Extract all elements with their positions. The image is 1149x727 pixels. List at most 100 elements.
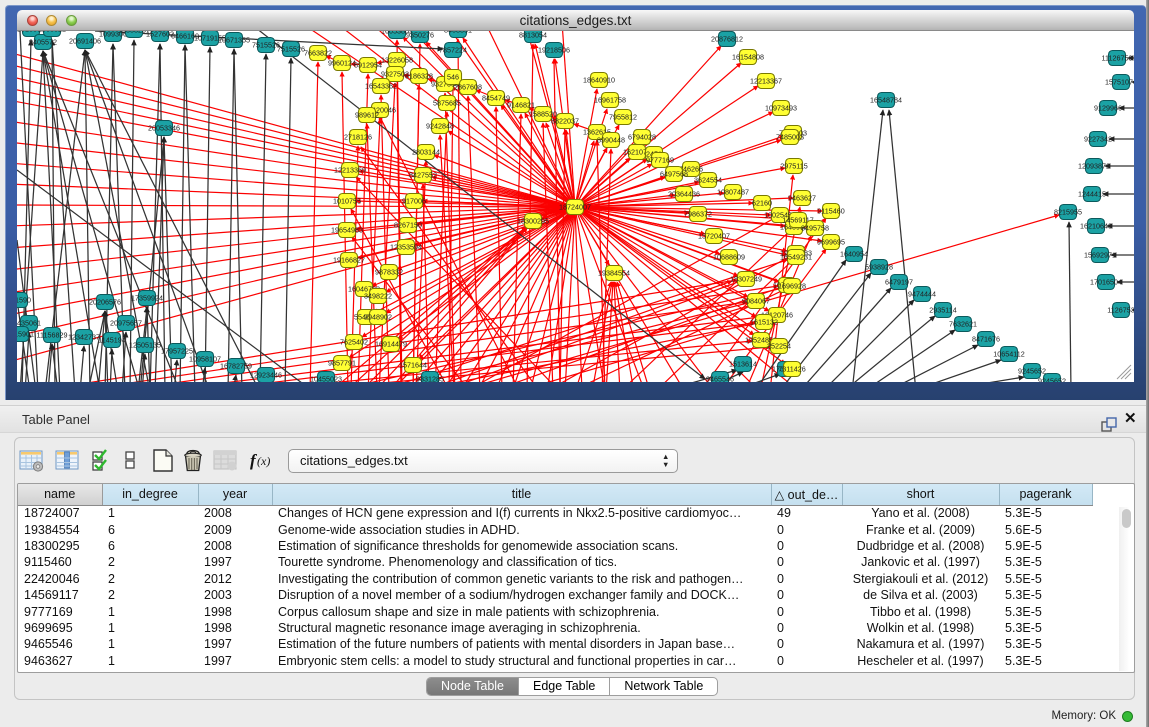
svg-text:9331285: 9331285 xyxy=(416,375,444,383)
svg-text:1571644: 1571644 xyxy=(399,361,427,370)
svg-text:7515526: 7515526 xyxy=(277,45,305,54)
svg-text:9405572: 9405572 xyxy=(29,38,57,47)
svg-text:10671355: 10671355 xyxy=(218,36,250,45)
svg-text:9245652: 9245652 xyxy=(1038,377,1066,383)
svg-text:9115460: 9115460 xyxy=(817,207,844,216)
svg-text:1244415: 1244415 xyxy=(1078,190,1106,199)
svg-text:7955812: 7955812 xyxy=(609,113,637,122)
svg-text:1615132: 1615132 xyxy=(750,318,778,327)
svg-text:7663822: 7663822 xyxy=(304,49,332,58)
svg-text:1640954: 1640954 xyxy=(840,250,868,259)
svg-text:391590: 391590 xyxy=(17,296,31,305)
svg-text:3915901: 3915901 xyxy=(17,330,34,339)
svg-text:8267150: 8267150 xyxy=(394,221,422,230)
svg-text:16154808: 16154808 xyxy=(732,53,764,62)
svg-text:17016504: 17016504 xyxy=(1090,278,1122,287)
svg-text:1145194: 1145194 xyxy=(98,336,125,345)
svg-text:18640910: 18640910 xyxy=(583,76,615,85)
svg-text:9960124: 9960124 xyxy=(328,59,356,68)
svg-text:8822037: 8822037 xyxy=(551,117,579,126)
svg-text:9129966: 9129966 xyxy=(1094,104,1122,113)
svg-text:8215955: 8215955 xyxy=(1054,208,1082,217)
svg-text:2718126: 2718126 xyxy=(344,133,372,142)
svg-text:989612: 989612 xyxy=(355,111,379,120)
svg-text:9948902: 9948902 xyxy=(364,313,392,322)
svg-text:9350276: 9350276 xyxy=(406,31,434,40)
svg-text:9878332: 9878332 xyxy=(375,268,403,277)
svg-text:18300295: 18300295 xyxy=(517,217,549,226)
svg-text:20364436: 20364436 xyxy=(668,190,700,199)
svg-text:6479197: 6479197 xyxy=(885,278,913,287)
svg-text:15751074: 15751074 xyxy=(1105,78,1134,87)
svg-text:19166827: 19166827 xyxy=(333,256,365,265)
svg-text:20975657: 20975657 xyxy=(110,319,142,328)
svg-text:917006: 917006 xyxy=(402,197,426,206)
svg-text:17359924: 17359924 xyxy=(131,294,163,303)
svg-text:8408351: 8408351 xyxy=(444,31,472,35)
svg-text:8813054: 8813054 xyxy=(519,31,547,40)
svg-text:10973493: 10973493 xyxy=(765,104,797,113)
svg-text:7625402: 7625402 xyxy=(340,338,368,347)
svg-text:2935114: 2935114 xyxy=(929,306,956,315)
svg-text:9245652: 9245652 xyxy=(1018,367,1046,376)
svg-text:9465546: 9465546 xyxy=(706,375,734,383)
svg-text:1696928: 1696928 xyxy=(778,282,806,291)
svg-text:1010755: 1010755 xyxy=(333,197,361,206)
svg-text:19218506: 19218506 xyxy=(538,46,570,55)
svg-text:1527602: 1527602 xyxy=(146,31,174,39)
svg-text:2803144: 2803144 xyxy=(412,148,440,157)
svg-text:7632621: 7632621 xyxy=(949,320,977,329)
svg-text:15692971: 15692971 xyxy=(1084,251,1116,260)
svg-text:13226058: 13226058 xyxy=(381,56,413,65)
svg-text:16543362: 16543362 xyxy=(365,82,397,91)
svg-text:10807487: 10807487 xyxy=(717,188,749,197)
svg-text:9777169: 9777169 xyxy=(646,156,674,165)
svg-text:7515526: 7515526 xyxy=(252,41,280,50)
svg-text:16914479: 16914479 xyxy=(375,340,407,349)
svg-text:18724007: 18724007 xyxy=(559,203,591,212)
svg-text:9857791: 9857791 xyxy=(328,359,356,368)
svg-text:62160: 62160 xyxy=(752,199,772,208)
svg-text:8990448: 8990448 xyxy=(597,136,625,145)
svg-text:8454749: 8454749 xyxy=(482,94,510,103)
svg-text:16549231: 16549231 xyxy=(780,253,812,262)
svg-text:20876812: 20876812 xyxy=(711,35,743,44)
svg-text:2975115: 2975115 xyxy=(780,162,807,171)
svg-text:9463627: 9463627 xyxy=(788,194,816,203)
svg-text:15720407: 15720407 xyxy=(698,232,730,241)
svg-text:(x): (x) xyxy=(257,454,270,468)
svg-text:8471676: 8471676 xyxy=(972,335,1000,344)
svg-text:9227342: 9227342 xyxy=(1084,135,1112,144)
svg-text:18307249: 18307249 xyxy=(730,275,762,284)
svg-text:1903322: 1903322 xyxy=(38,31,66,34)
svg-text:546: 546 xyxy=(447,73,459,82)
svg-text:1126753: 1126753 xyxy=(1107,306,1134,315)
svg-text:20053346: 20053346 xyxy=(148,124,180,133)
svg-text:9242848: 9242848 xyxy=(426,122,454,131)
svg-text:16548784: 16548784 xyxy=(870,96,902,105)
svg-text:19654983: 19654983 xyxy=(331,226,363,235)
svg-text:11156829: 11156829 xyxy=(37,331,68,340)
svg-text:252254: 252254 xyxy=(767,342,791,351)
svg-text:12342737: 12342737 xyxy=(68,333,100,342)
svg-text:20691406: 20691406 xyxy=(69,37,101,46)
svg-text:5875685: 5875685 xyxy=(433,99,461,108)
svg-text:8495758: 8495758 xyxy=(801,224,829,233)
svg-text:11126753: 11126753 xyxy=(1102,54,1133,63)
svg-text:16782759: 16782759 xyxy=(220,362,252,371)
svg-text:9146821: 9146821 xyxy=(507,101,535,110)
svg-text:9474444: 9474444 xyxy=(908,290,936,299)
svg-text:2867608: 2867608 xyxy=(454,83,482,92)
svg-text:16210643: 16210643 xyxy=(1080,222,1112,231)
svg-text:8186328: 8186328 xyxy=(405,72,433,81)
svg-text:8912954: 8912954 xyxy=(354,61,382,70)
svg-text:10688609: 10688609 xyxy=(713,253,745,262)
svg-text:10455023: 10455023 xyxy=(310,375,342,383)
svg-text:7857224: 7857224 xyxy=(439,46,467,55)
svg-text:12093872: 12093872 xyxy=(1078,162,1110,171)
svg-text:12505135: 12505135 xyxy=(129,341,161,350)
svg-text:7485003: 7485003 xyxy=(776,133,804,142)
svg-text:6497568: 6497568 xyxy=(660,170,688,179)
svg-text:12923446: 12923446 xyxy=(250,371,282,380)
svg-text:16961758: 16961758 xyxy=(594,96,626,105)
